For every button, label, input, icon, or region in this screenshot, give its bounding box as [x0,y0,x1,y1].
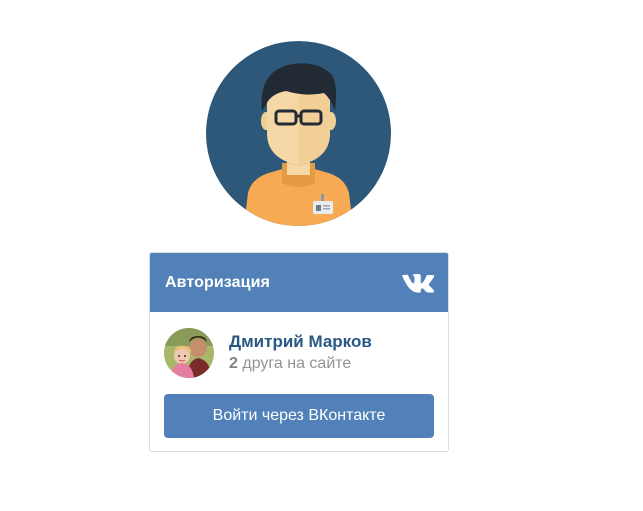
vk-auth-widget: Авторизация Дмитрий Марков 2 друга на са… [149,252,449,452]
user-name-link[interactable]: Дмитрий Марков [229,331,372,353]
user-photo-icon[interactable] [164,328,214,378]
friends-label: друга на сайте [242,355,352,372]
user-info: Дмитрий Марков 2 друга на сайте [229,331,372,375]
user-row: Дмитрий Марков 2 друга на сайте [164,328,372,378]
widget-header: Авторизация [150,253,448,312]
friends-count: 2 [229,355,238,372]
page: Авторизация Дмитрий Марков 2 друга на са… [0,0,643,511]
vk-logo-icon [402,273,434,293]
login-vk-button[interactable]: Войти через ВКонтакте [164,394,434,438]
widget-title: Авторизация [165,273,270,291]
user-friends-text: 2 друга на сайте [229,353,372,375]
profile-avatar-icon [206,41,391,226]
